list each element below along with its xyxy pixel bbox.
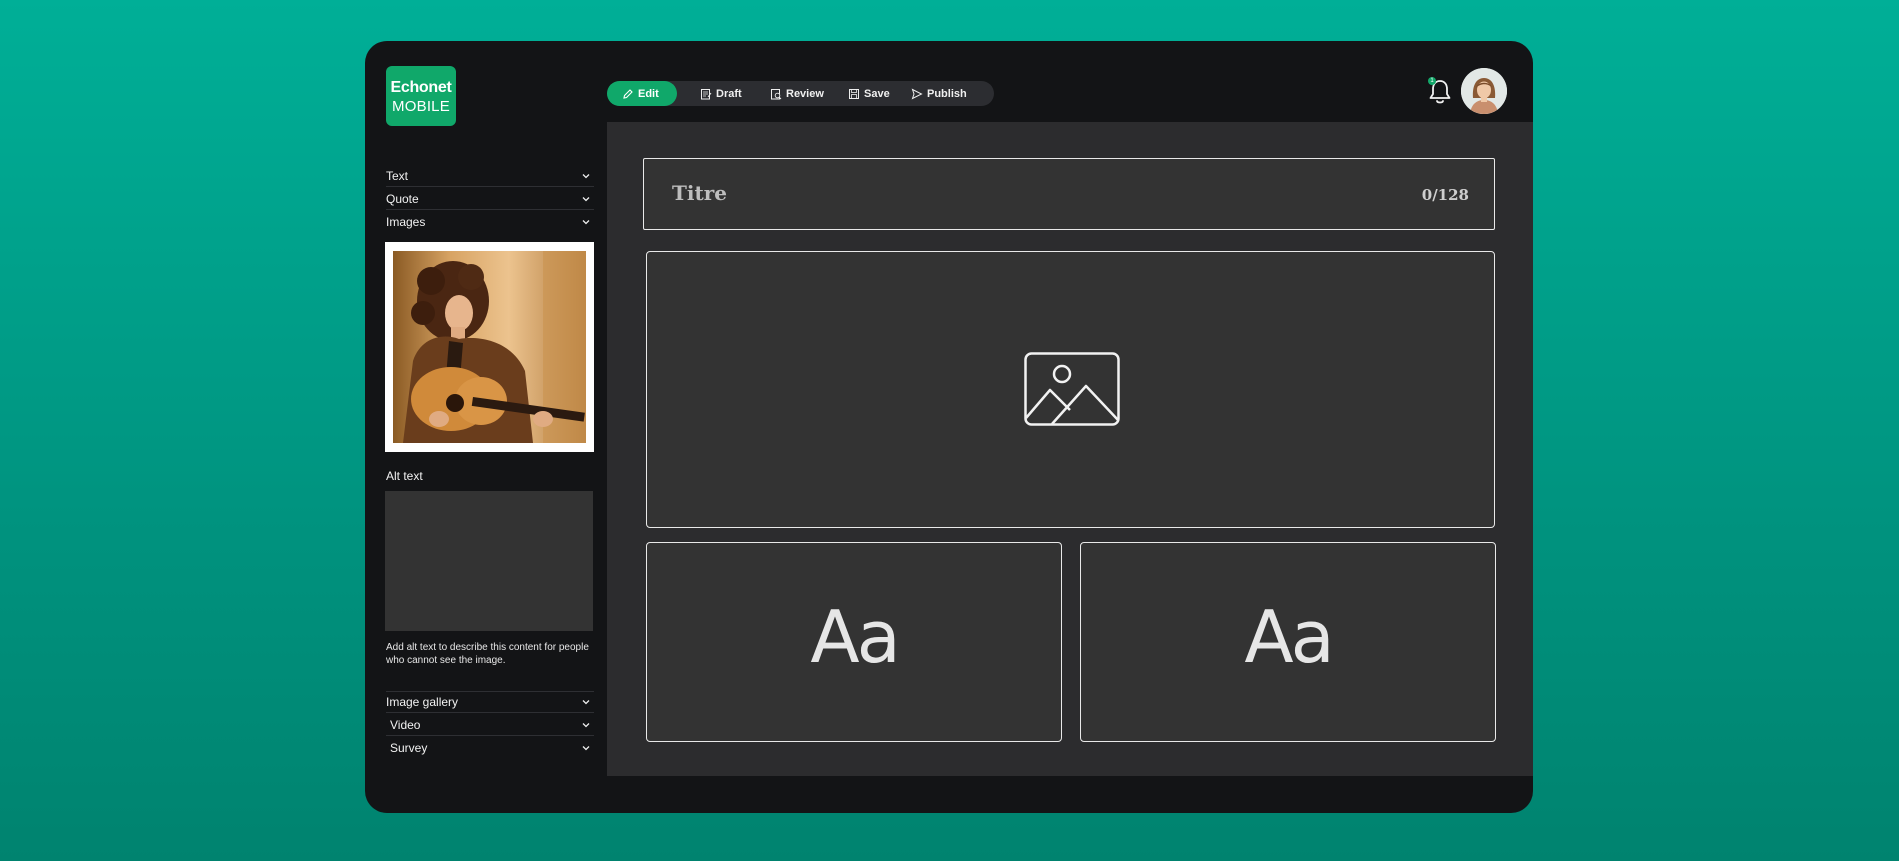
chevron-down-icon	[580, 216, 592, 228]
publish-button[interactable]: Publish	[911, 81, 967, 106]
sidebar-item-label: Text	[386, 168, 409, 183]
sidebar-item-image-gallery[interactable]: Image gallery	[386, 691, 594, 713]
title-placeholder: Titre	[672, 181, 727, 205]
chevron-down-icon	[580, 193, 592, 205]
pencil-icon	[622, 88, 634, 100]
sidebar-item-label: Survey	[390, 741, 428, 755]
guitarist-photo	[393, 251, 586, 443]
sidebar-item-quote[interactable]: Quote	[386, 188, 594, 210]
floppy-disk-icon	[848, 88, 860, 100]
user-avatar[interactable]	[1461, 68, 1507, 114]
echonet-logo: Echonet MOBILE	[386, 66, 456, 126]
save-button[interactable]: Save	[848, 81, 890, 106]
send-icon	[911, 88, 923, 100]
selected-image-thumbnail[interactable]	[385, 242, 594, 452]
chevron-down-icon	[580, 742, 592, 754]
notification-count-badge: 1	[1428, 77, 1436, 85]
sidebar-item-text[interactable]: Text	[386, 165, 594, 187]
sidebar-item-label: Video	[390, 717, 421, 732]
chevron-down-icon	[580, 696, 592, 708]
text-block-right[interactable]: Aa	[1080, 542, 1496, 742]
editor-canvas: Titre 0/128 Aa Aa	[607, 122, 1533, 776]
text-block-glyph: Aa	[810, 595, 900, 679]
sidebar-item-label: Image gallery	[386, 695, 459, 709]
edit-button[interactable]: Edit	[607, 81, 677, 106]
review-icon	[770, 88, 782, 100]
review-label: Review	[786, 87, 824, 100]
title-character-count: 0/128	[1421, 186, 1469, 204]
save-label: Save	[864, 87, 890, 100]
image-block-placeholder[interactable]	[646, 251, 1495, 528]
title-input[interactable]: Titre 0/128	[643, 158, 1495, 230]
publish-label: Publish	[927, 87, 967, 100]
chevron-down-icon	[580, 170, 592, 182]
draft-icon	[700, 88, 712, 100]
draft-label: Draft	[716, 87, 742, 100]
sidebar-item-survey[interactable]: Survey	[386, 737, 594, 759]
logo-line-2: MOBILE	[392, 98, 450, 115]
chevron-down-icon	[580, 719, 592, 731]
editor-window: Echonet MOBILE Edit Draft Review Save Pu…	[365, 41, 1533, 813]
logo-line-1: Echonet	[390, 79, 452, 96]
sidebar-item-label: Images	[386, 215, 426, 229]
alt-text-label: Alt text	[386, 469, 423, 483]
sidebar-item-images[interactable]: Images	[386, 211, 594, 233]
text-block-left[interactable]: Aa	[646, 542, 1062, 742]
edit-label: Edit	[638, 87, 659, 100]
workflow-toolbar: Edit Draft Review Save Publish	[607, 81, 994, 106]
sidebar-item-label: Quote	[386, 191, 419, 206]
alt-text-input[interactable]	[385, 491, 593, 631]
draft-button[interactable]: Draft	[700, 81, 742, 106]
alt-text-help: Add alt text to describe this content fo…	[386, 642, 589, 666]
text-block-glyph: Aa	[1244, 595, 1334, 679]
sidebar-item-video[interactable]: Video	[386, 714, 594, 736]
image-placeholder-icon	[1024, 352, 1120, 431]
review-button[interactable]: Review	[770, 81, 824, 106]
